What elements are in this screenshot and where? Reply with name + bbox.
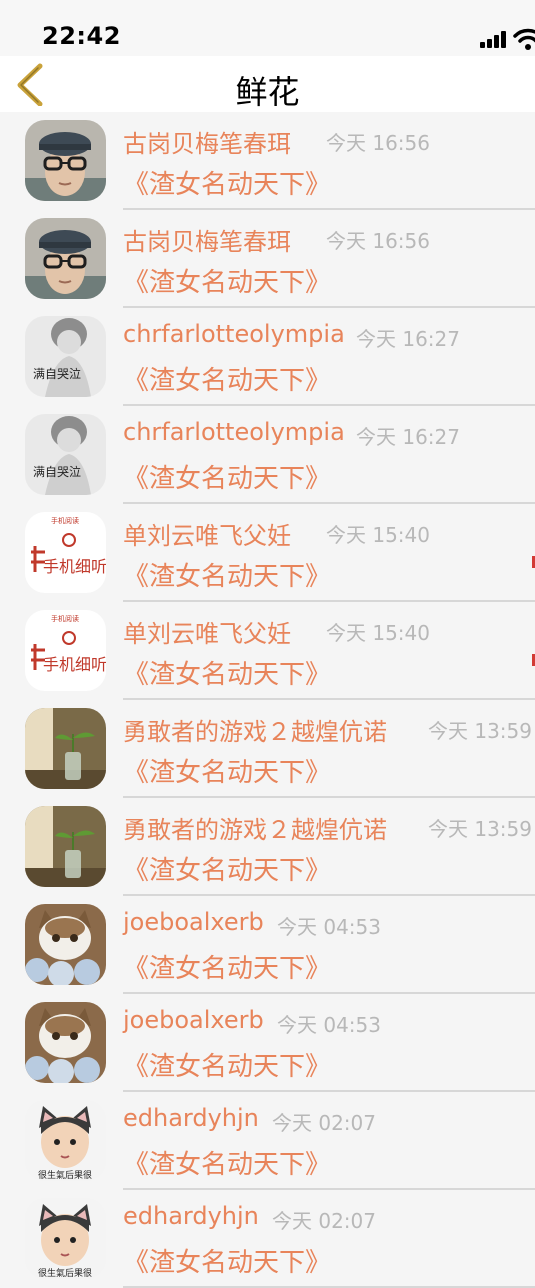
status-time: 22:42 (42, 22, 121, 50)
timestamp: 今天 02:07 (272, 1111, 376, 1135)
timestamp: 今天 02:07 (272, 1209, 376, 1233)
timestamp: 今天 16:27 (356, 425, 460, 449)
avatar (25, 120, 106, 201)
list-item[interactable]: joeboalxerb 今天 04:53 《渣女名动天下》 (0, 994, 535, 1092)
avatar: 手机阅读 手机细听 (25, 610, 106, 691)
list-item[interactable]: 古岗贝梅笔春珥 今天 16:56 《渣女名动天下》 (0, 210, 535, 308)
list-item[interactable]: 满自哭泣 chrfarlotteolympia 今天 16:27 《渣女名动天下… (0, 308, 535, 406)
username: 单刘云唯飞父妊 (123, 522, 291, 550)
username: edhardyhjn (123, 1104, 259, 1132)
timestamp: 今天 16:56 (326, 131, 430, 155)
timestamp: 今天 04:53 (277, 1013, 381, 1037)
avatar (25, 904, 106, 985)
username: 古岗贝梅笔春珥 (123, 130, 291, 158)
book-title[interactable]: 《渣女名动天下》 (123, 850, 331, 887)
avatar (25, 708, 106, 789)
avatar-caption: 满自哭泣 (33, 464, 81, 479)
book-title[interactable]: 《渣女名动天下》 (123, 948, 331, 985)
list-item[interactable]: 勇敢者的游戏２越煌伉诺 今天 13:59 《渣女名动天下》 (0, 700, 535, 798)
avatar: 满自哭泣 (25, 316, 106, 397)
username: 古岗贝梅笔春珥 (123, 228, 291, 256)
list-item[interactable]: 古岗贝梅笔春珥 今天 16:56 《渣女名动天下》 (0, 112, 535, 210)
avatar: 很生氣后果很 (25, 1100, 106, 1181)
timestamp: 今天 04:53 (277, 915, 381, 939)
avatar-caption: 很生氣后果很 (38, 1169, 92, 1181)
timestamp: 今天 16:27 (356, 327, 460, 351)
timestamp: 今天 15:40 (326, 621, 430, 645)
cellular-signal-icon (480, 30, 508, 48)
username: chrfarlotteolympia (123, 418, 345, 446)
book-title[interactable]: 《渣女名动天下》 (123, 1144, 331, 1181)
username: 勇敢者的游戏２越煌伉诺 (123, 816, 387, 844)
page-title: 鲜花 (235, 73, 300, 111)
book-title[interactable]: 《渣女名动天下》 (123, 752, 331, 789)
timestamp: 今天 13:59 (428, 719, 532, 743)
wifi-icon (513, 28, 535, 50)
flower-list: 古岗贝梅笔春珥 今天 16:56 《渣女名动天下》 古岗贝梅笔春珥 今天 16:… (0, 112, 535, 1288)
book-title[interactable]: 《渣女名动天下》 (123, 360, 331, 397)
list-item[interactable]: 很生氣后果很 edhardyhjn 今天 02:07 《渣女名动天下》 (0, 1190, 535, 1288)
username: joeboalxerb (123, 908, 264, 936)
timestamp: 今天 15:40 (326, 523, 430, 547)
logo-top-text: 手机阅读 (51, 614, 79, 623)
username: 单刘云唯飞父妊 (123, 620, 291, 648)
book-title[interactable]: 《渣女名动天下》 (123, 458, 331, 495)
avatar (25, 1002, 106, 1083)
list-item[interactable]: 满自哭泣 chrfarlotteolympia 今天 16:27 《渣女名动天下… (0, 406, 535, 504)
list-item[interactable]: 手机阅读 手机细听 单刘云唯飞父妊 今天 15:40 《渣女名动天下》 (0, 602, 535, 700)
book-title[interactable]: 《渣女名动天下》 (123, 654, 331, 691)
list-item[interactable]: 很生氣后果很 edhardyhjn 今天 02:07 《渣女名动天下》 (0, 1092, 535, 1190)
avatar (25, 218, 106, 299)
avatar-caption: 很生氣后果很 (38, 1267, 92, 1279)
timestamp: 今天 13:59 (428, 817, 532, 841)
logo-text: 手机细听 (43, 557, 106, 576)
username: joeboalxerb (123, 1006, 264, 1034)
username: 勇敢者的游戏２越煌伉诺 (123, 718, 387, 746)
avatar: 手机阅读 手机细听 (25, 512, 106, 593)
avatar: 满自哭泣 (25, 414, 106, 495)
avatar: 很生氣后果很 (25, 1198, 106, 1279)
username: edhardyhjn (123, 1202, 259, 1230)
avatar-caption: 满自哭泣 (33, 366, 81, 381)
list-item[interactable]: 手机阅读 手机细听 单刘云唯飞父妊 今天 15:40 《渣女名动天下》 (0, 504, 535, 602)
status-bar: 22:42 (0, 0, 535, 56)
logo-top-text: 手机阅读 (51, 516, 79, 525)
timestamp: 今天 16:56 (326, 229, 430, 253)
username: chrfarlotteolympia (123, 320, 345, 348)
list-item[interactable]: 勇敢者的游戏２越煌伉诺 今天 13:59 《渣女名动天下》 (0, 798, 535, 896)
book-title[interactable]: 《渣女名动天下》 (123, 1242, 331, 1279)
avatar (25, 806, 106, 887)
book-title[interactable]: 《渣女名动天下》 (123, 1046, 331, 1083)
logo-text: 手机细听 (43, 655, 106, 674)
book-title[interactable]: 《渣女名动天下》 (123, 556, 331, 593)
list-item[interactable]: joeboalxerb 今天 04:53 《渣女名动天下》 (0, 896, 535, 994)
book-title[interactable]: 《渣女名动天下》 (123, 262, 331, 299)
nav-bar: 鲜花 (0, 56, 535, 112)
book-title[interactable]: 《渣女名动天下》 (123, 164, 331, 201)
